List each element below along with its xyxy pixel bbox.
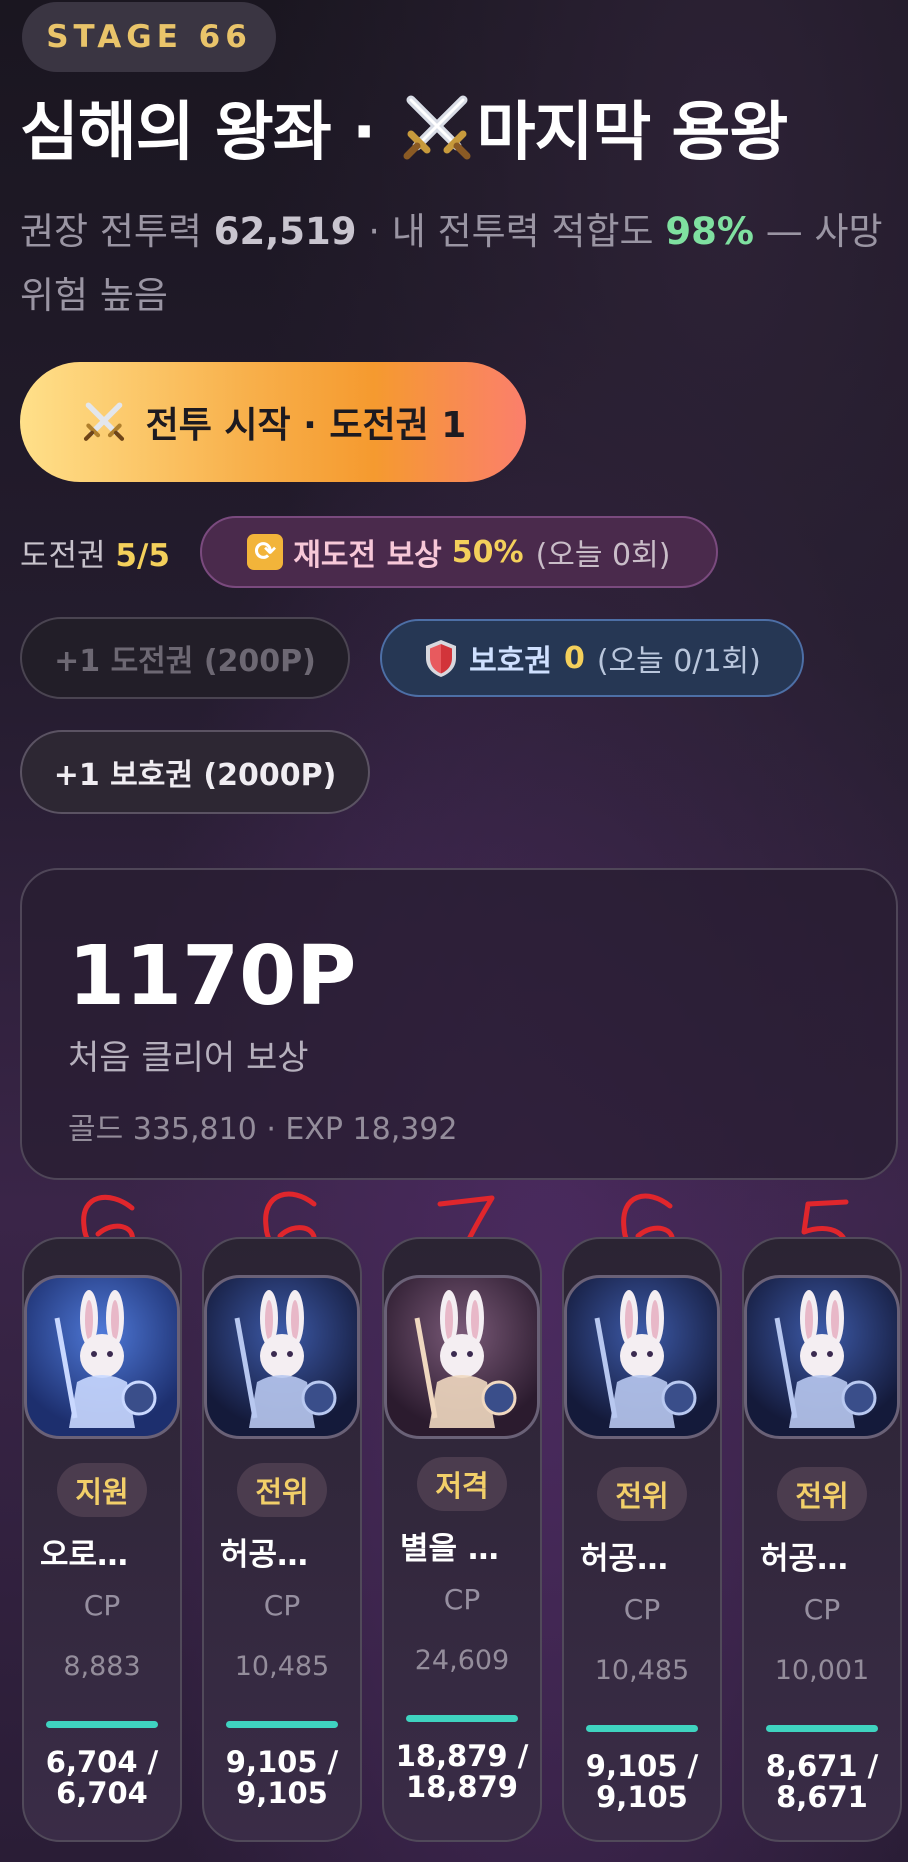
hero-card[interactable]: 전위 허공… CP 10,485 9,105 / 9,105 bbox=[562, 1237, 722, 1842]
crossed-swords-icon bbox=[403, 95, 471, 160]
hero-card[interactable]: 전위 허공… CP 10,001 8,671 / 8,671 bbox=[742, 1237, 902, 1842]
hero-hp: 18,879 / 18,879 bbox=[395, 1739, 529, 1804]
retry-reward-sub: (오늘 0회) bbox=[535, 538, 671, 573]
fit-value: 98% bbox=[665, 210, 754, 253]
hero-hp: 6,704 / 6,704 bbox=[45, 1745, 159, 1810]
hero-hp-current: 8,671 bbox=[765, 1749, 858, 1783]
rabbit-character-icon bbox=[54, 1290, 157, 1428]
buy-shield-button[interactable]: +1 보호권 (2000P) bbox=[20, 730, 370, 814]
refresh-icon: ⟳ bbox=[247, 534, 284, 570]
rabbit-character-icon bbox=[594, 1290, 697, 1428]
retry-reward-label: 재도전 보상 bbox=[293, 538, 442, 573]
crossed-swords-icon bbox=[83, 402, 124, 441]
shield-value: 0 bbox=[563, 640, 585, 676]
recommended-power-line: 권장 전투력 62,519 · 내 전투력 적합도 98% — 사망 위험 높음 bbox=[20, 200, 890, 328]
hero-portrait bbox=[564, 1275, 720, 1439]
ticket-label: 도전권 bbox=[20, 537, 106, 574]
hero-name: 별을 … bbox=[400, 1531, 499, 1567]
hero-hp-bar bbox=[226, 1721, 338, 1728]
hero-cp-value: 10,485 bbox=[594, 1655, 690, 1686]
reward-label: 처음 클리어 보상 bbox=[68, 1038, 309, 1078]
hero-cp-value: 10,001 bbox=[774, 1655, 870, 1686]
hero-portrait bbox=[24, 1275, 180, 1439]
hero-role-badge: 지원 bbox=[57, 1463, 147, 1517]
hero-portrait bbox=[744, 1275, 900, 1439]
reward-amount: 1170P bbox=[68, 929, 357, 1024]
fit-label: · 내 전투력 적합도 bbox=[356, 210, 654, 253]
stage-badge: STAGE 66 bbox=[22, 2, 276, 72]
rabbit-character-icon bbox=[414, 1290, 517, 1428]
hero-hp-current: 6,704 bbox=[45, 1745, 138, 1779]
hero-hp-max: 18,879 bbox=[406, 1770, 518, 1804]
first-clear-reward-card: 1170P 처음 클리어 보상 골드 335,810 · EXP 18,392 bbox=[20, 868, 898, 1180]
hero-hp-current: 9,105 bbox=[585, 1749, 678, 1783]
hero-hp-bar bbox=[46, 1721, 158, 1728]
hero-card[interactable]: 전위 허공… CP 10,485 9,105 / 9,105 bbox=[202, 1237, 362, 1842]
hero-hp: 9,105 / 9,105 bbox=[225, 1745, 339, 1810]
shield-label: 보호권 bbox=[469, 644, 552, 679]
hero-role-badge: 전위 bbox=[237, 1463, 327, 1517]
hero-cp-label: CP bbox=[83, 1589, 121, 1622]
hero-hp-bar bbox=[766, 1725, 878, 1732]
hero-cp-value: 24,609 bbox=[414, 1645, 510, 1676]
hero-card[interactable]: 저격 별을 … CP 24,609 18,879 / 18,879 bbox=[382, 1237, 542, 1842]
ticket-row: 도전권 5/5 ⟳ 재도전 보상 50% (오늘 0회) bbox=[20, 512, 718, 592]
hero-role-badge: 전위 bbox=[597, 1467, 687, 1521]
hero-hp-max: 9,105 bbox=[596, 1780, 688, 1814]
retry-reward-badge: ⟳ 재도전 보상 50% (오늘 0회) bbox=[199, 516, 718, 588]
hero-name: 허공… bbox=[760, 1541, 849, 1577]
start-battle-button[interactable]: 전투 시작 · 도전권 1 bbox=[20, 362, 526, 482]
hero-name: 허공… bbox=[580, 1541, 669, 1577]
hero-hp: 9,105 / 9,105 bbox=[585, 1749, 699, 1814]
hero-role-badge: 저격 bbox=[417, 1457, 507, 1511]
hero-role-badge: 전위 bbox=[777, 1467, 867, 1521]
hero-hp-bar bbox=[586, 1725, 698, 1732]
hero-card[interactable]: 지원 오로… CP 8,883 6,704 / 6,704 bbox=[22, 1237, 182, 1842]
hero-portrait bbox=[204, 1275, 360, 1439]
hero-hp-max: 9,105 bbox=[236, 1776, 328, 1810]
retry-reward-value: 50% bbox=[451, 534, 524, 570]
hero-cp-value: 8,883 bbox=[63, 1651, 141, 1682]
hero-name: 오로… bbox=[40, 1537, 129, 1573]
title-part-1: 심해의 왕좌 · bbox=[20, 96, 397, 170]
title-part-2: 마지막 용왕 bbox=[476, 96, 789, 170]
buy-ticket-button[interactable]: +1 도전권 (200P) bbox=[20, 617, 350, 699]
hero-hp-current: 9,105 bbox=[225, 1745, 318, 1779]
hero-cp-label: CP bbox=[803, 1593, 841, 1626]
ticket-count: 도전권 5/5 bbox=[20, 530, 170, 575]
hero-cp-label: CP bbox=[623, 1593, 661, 1626]
ticket-value: 5/5 bbox=[115, 537, 170, 574]
hero-cp-value: 10,485 bbox=[234, 1651, 330, 1682]
hero-hp-max: 8,671 bbox=[776, 1780, 868, 1814]
hero-hp: 8,671 / 8,671 bbox=[765, 1749, 879, 1814]
start-battle-label: 전투 시작 · 도전권 1 bbox=[145, 405, 467, 446]
hero-hp-bar bbox=[406, 1715, 518, 1722]
hero-cp-label: CP bbox=[443, 1583, 481, 1616]
hero-hp-max: 6,704 bbox=[56, 1776, 148, 1810]
shield-badge: 보호권 0 (오늘 0/1회) bbox=[380, 619, 804, 697]
page-title: 심해의 왕좌 · 마지막 용왕 bbox=[20, 88, 789, 178]
shield-sub: (오늘 0/1회) bbox=[596, 644, 761, 679]
hero-portrait bbox=[384, 1275, 540, 1439]
hero-hp-current: 18,879 bbox=[395, 1739, 508, 1773]
rabbit-character-icon bbox=[234, 1290, 337, 1428]
recommended-label: 권장 전투력 bbox=[20, 210, 202, 253]
recommended-value: 62,519 bbox=[213, 210, 357, 253]
reward-detail: 골드 335,810 · EXP 18,392 bbox=[68, 1112, 458, 1147]
rabbit-character-icon bbox=[774, 1290, 877, 1428]
hero-cp-label: CP bbox=[263, 1589, 301, 1622]
shield-icon bbox=[426, 640, 457, 677]
hero-name: 허공… bbox=[220, 1537, 309, 1573]
